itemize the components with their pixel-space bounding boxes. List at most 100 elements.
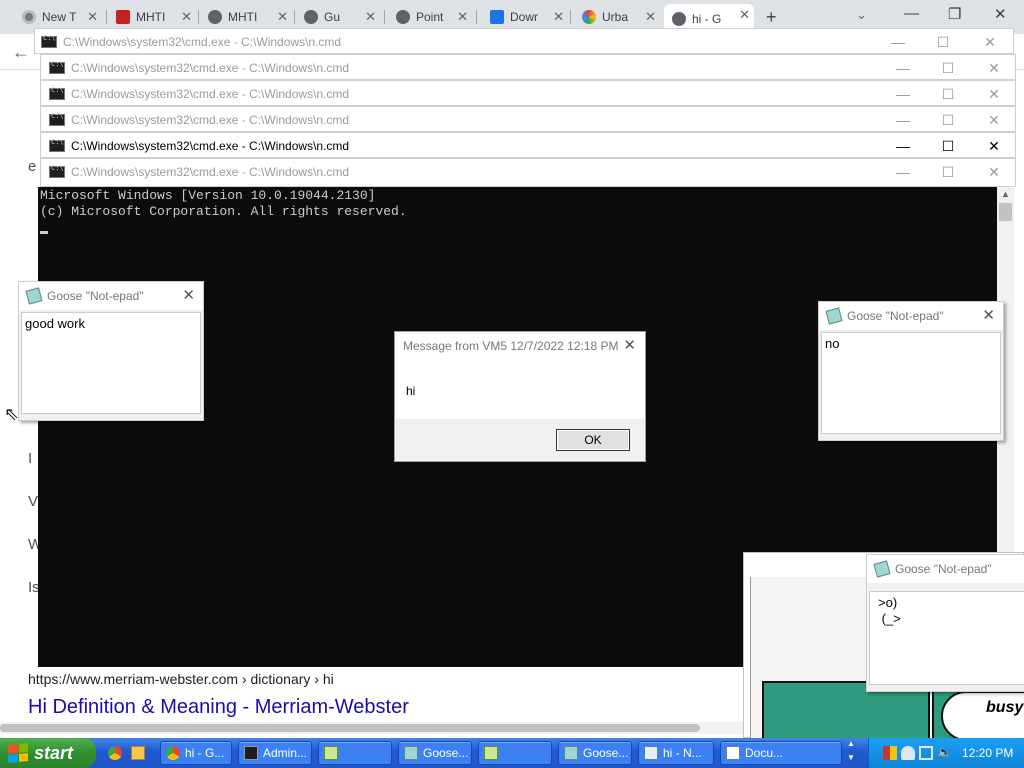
- close-button[interactable]: ✕: [979, 133, 1009, 159]
- clock[interactable]: 12:20 PM: [962, 746, 1013, 760]
- close-icon[interactable]: ✕: [553, 9, 564, 25]
- minimize-button[interactable]: —: [888, 107, 918, 133]
- browser-tab[interactable]: Point ✕: [388, 6, 472, 28]
- cmd-window[interactable]: C:\Windows\system32\cmd.exe - C:\Windows…: [40, 54, 1016, 80]
- minimize-button[interactable]: —: [888, 159, 918, 185]
- notepad-text-area[interactable]: no: [821, 332, 1001, 434]
- scrollbar-thumb[interactable]: [0, 724, 700, 732]
- browser-tab[interactable]: MHTI ✕: [200, 6, 292, 28]
- volume-icon[interactable]: 🔈: [937, 745, 952, 759]
- taskbar-button[interactable]: Admin...: [238, 741, 312, 765]
- taskbar-button[interactable]: Goose...: [398, 741, 472, 765]
- start-button[interactable]: start: [0, 738, 96, 768]
- message-dialog[interactable]: Message from VM5 12/7/2022 12:18 PM ✕ hi…: [394, 331, 646, 462]
- cmd-icon: [49, 164, 65, 178]
- cmd-window[interactable]: C:\Windows\system32\cmd.exe - C:\Windows…: [40, 158, 1016, 187]
- browser-tab[interactable]: MHTI ✕: [108, 6, 196, 28]
- browser-tab[interactable]: Dowr ✕: [482, 6, 568, 28]
- browser-tab[interactable]: New T ✕: [14, 6, 102, 28]
- cmd-window[interactable]: C:\Windows\system32\cmd.exe - C:\Windows…: [40, 80, 1016, 106]
- minimize-button[interactable]: —: [888, 133, 918, 159]
- goose-notepad-icon: [564, 746, 578, 760]
- notepad-text-area[interactable]: good work: [21, 312, 201, 414]
- network-icon[interactable]: [919, 746, 933, 760]
- user-icon[interactable]: [901, 746, 915, 760]
- text-cursor: [40, 231, 48, 234]
- title-bar[interactable]: Goose "Not-epad" ✕: [819, 302, 1003, 330]
- restore-button[interactable]: ❐: [948, 5, 961, 23]
- maximize-button[interactable]: ☐: [933, 159, 963, 185]
- browser-tab[interactable]: Urba ✕: [574, 6, 660, 28]
- result-fragment: V: [28, 493, 39, 510]
- minimize-button[interactable]: —: [883, 29, 913, 55]
- browser-tab[interactable]: Gu ✕: [296, 6, 380, 28]
- close-button[interactable]: ✕: [979, 81, 1009, 107]
- tab-title: Dowr: [510, 10, 539, 24]
- window-title: C:\Windows\system32\cmd.exe - C:\Windows…: [71, 113, 350, 127]
- taskbar-button-label: hi - G...: [185, 746, 225, 760]
- minimize-button[interactable]: —: [888, 55, 918, 81]
- chrome-icon[interactable]: [108, 746, 122, 760]
- shield-icon[interactable]: [883, 746, 897, 760]
- notepad-icon: [25, 287, 43, 305]
- window-title: C:\Windows\system32\cmd.exe - C:\Windows…: [71, 139, 350, 153]
- close-button[interactable]: ✕: [994, 5, 1007, 23]
- taskbar-button[interactable]: hi - G...: [160, 741, 232, 765]
- goose-notepad-window[interactable]: Goose "Not-epad" ✕ good work: [18, 281, 204, 421]
- new-tab-button[interactable]: +: [766, 7, 777, 28]
- taskbar-button[interactable]: Docu...: [720, 741, 842, 765]
- cmd-icon: [41, 34, 57, 48]
- notepad-text-area[interactable]: >o) (_>: [869, 591, 1024, 685]
- notepad-icon: [825, 307, 843, 325]
- close-icon[interactable]: ✕: [739, 7, 750, 23]
- cmd-window[interactable]: C:\Windows\system32\cmd.exe - C:\Windows…: [34, 28, 1014, 54]
- title-bar[interactable]: Goose "Not-epad" ✕: [19, 282, 203, 310]
- close-icon[interactable]: ✕: [457, 9, 468, 25]
- search-result-title[interactable]: Hi Definition & Meaning - Merriam-Webste…: [28, 696, 409, 719]
- search-result-url[interactable]: https://www.merriam-webster.com › dictio…: [28, 671, 334, 687]
- taskbar-button[interactable]: Goose...: [558, 741, 632, 765]
- close-icon[interactable]: ✕: [365, 9, 376, 25]
- folder-icon[interactable]: [131, 746, 145, 760]
- taskbar-button[interactable]: hi - N...: [638, 741, 714, 765]
- goose-notepad-window[interactable]: Goose "Not-epad" ✕ no: [818, 301, 1004, 441]
- maximize-button[interactable]: ☐: [933, 55, 963, 81]
- back-button[interactable]: ←: [12, 42, 30, 63]
- close-button[interactable]: ✕: [182, 282, 195, 310]
- title-bar[interactable]: Goose "Not-epad": [867, 555, 1024, 583]
- taskbar-scroll-down-arrow-icon[interactable]: ▼: [847, 753, 855, 762]
- window-title: Goose "Not-epad": [895, 562, 992, 576]
- minimize-button[interactable]: —: [888, 81, 918, 107]
- close-button[interactable]: ✕: [982, 302, 995, 330]
- cmd-window-active[interactable]: C:\Windows\system32\cmd.exe - C:\Windows…: [40, 132, 1016, 158]
- close-button[interactable]: ✕: [975, 29, 1005, 55]
- horizontal-scrollbar[interactable]: [0, 722, 750, 734]
- tab-search-button[interactable]: ⌄: [856, 7, 867, 23]
- taskbar-button[interactable]: [478, 741, 552, 765]
- goose-notepad-icon: [404, 746, 418, 760]
- close-icon[interactable]: ✕: [181, 9, 192, 25]
- ok-button[interactable]: OK: [556, 429, 630, 451]
- tab-title: MHTI: [136, 10, 166, 24]
- close-icon[interactable]: ✕: [645, 9, 656, 25]
- cmd-window[interactable]: C:\Windows\system32\cmd.exe - C:\Windows…: [40, 106, 1016, 132]
- close-button[interactable]: ✕: [979, 55, 1009, 81]
- close-icon[interactable]: ✕: [277, 9, 288, 25]
- goose-notepad-window[interactable]: Goose "Not-epad" >o) (_>: [866, 554, 1024, 692]
- maximize-button[interactable]: ☐: [933, 107, 963, 133]
- taskbar-button[interactable]: [318, 741, 392, 765]
- taskbar-button-label: Docu...: [745, 746, 784, 760]
- scrollbar-thumb[interactable]: [999, 203, 1012, 221]
- close-button[interactable]: ✕: [979, 159, 1009, 185]
- maximize-button[interactable]: ☐: [928, 29, 958, 55]
- taskbar-scroll-up-arrow-icon[interactable]: ▲: [847, 739, 855, 748]
- close-button[interactable]: ✕: [979, 107, 1009, 133]
- notepad-icon: [644, 746, 658, 760]
- close-button[interactable]: ✕: [623, 332, 636, 360]
- cmd-icon: [49, 60, 65, 74]
- minimize-button[interactable]: —: [904, 5, 919, 22]
- maximize-button[interactable]: ☐: [933, 133, 963, 159]
- maximize-button[interactable]: ☐: [933, 81, 963, 107]
- scroll-up-arrow-icon[interactable]: ▲: [1001, 189, 1010, 199]
- close-icon[interactable]: ✕: [87, 9, 98, 25]
